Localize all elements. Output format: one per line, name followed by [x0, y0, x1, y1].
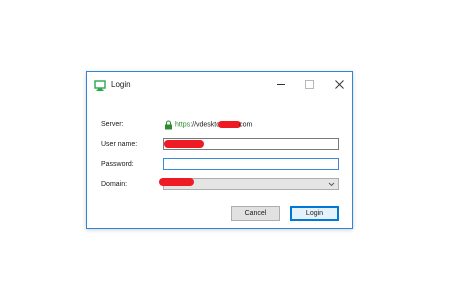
server-redaction — [218, 121, 242, 129]
window-title: Login — [111, 80, 131, 89]
chevron-down-icon[interactable] — [328, 181, 335, 188]
minimize-button[interactable] — [267, 72, 295, 96]
password-field[interactable] — [163, 158, 339, 176]
server-label: Server: — [101, 121, 124, 128]
domain-redaction — [159, 178, 194, 186]
close-icon — [334, 79, 344, 89]
desktop-connection-icon — [94, 79, 106, 91]
username-label: User name: — [101, 141, 138, 148]
close-button[interactable] — [325, 72, 353, 96]
title-bar[interactable]: Login — [87, 72, 352, 98]
lock-icon — [165, 120, 172, 130]
cancel-button[interactable]: Cancel — [231, 206, 280, 221]
minimize-icon — [277, 83, 285, 85]
domain-label: Domain: — [101, 181, 128, 188]
username-redaction — [164, 140, 204, 148]
username-field[interactable] — [163, 138, 339, 156]
domain-select[interactable] — [159, 178, 339, 190]
maximize-button — [295, 72, 323, 96]
server-address: https://vdeskto com — [175, 121, 253, 129]
password-input[interactable] — [164, 165, 338, 176]
server-host-start: ://vdeskto — [190, 121, 221, 129]
server-host-end: com — [239, 121, 253, 129]
login-button[interactable]: Login — [290, 206, 339, 221]
maximize-icon — [304, 79, 314, 89]
password-label: Password: — [101, 161, 134, 168]
server-protocol: https — [175, 121, 191, 129]
server-value: https://vdeskto com — [164, 118, 252, 132]
login-dialog: Login Server: https://vdeskto com User na… — [86, 71, 353, 229]
